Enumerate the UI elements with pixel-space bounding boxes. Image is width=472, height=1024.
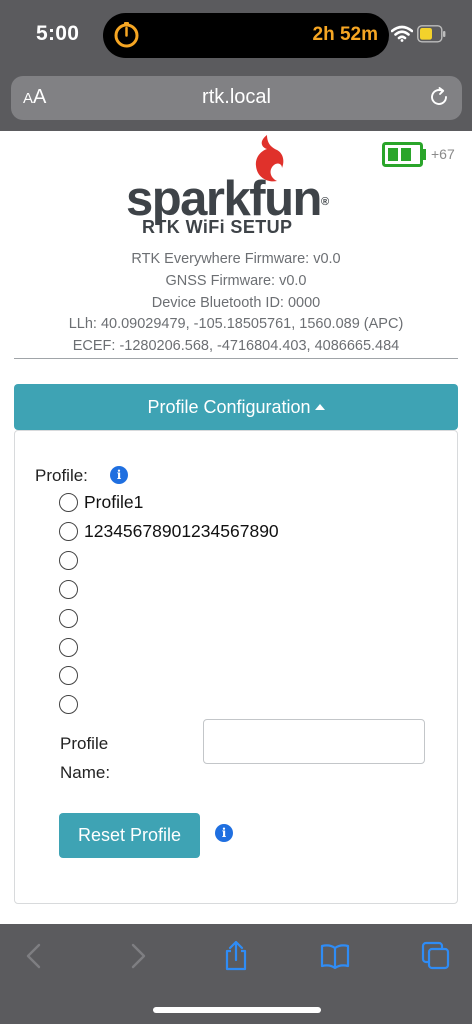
timer-remaining: 2h 52m xyxy=(312,24,378,45)
chevron-left-icon[interactable] xyxy=(20,941,50,971)
reset-profile-button[interactable]: Reset Profile xyxy=(59,813,200,858)
profile-configuration-toggle[interactable]: Profile Configuration xyxy=(14,384,458,430)
radio-button[interactable] xyxy=(59,695,78,715)
reload-icon[interactable] xyxy=(428,86,450,108)
browser-toolbar xyxy=(0,924,472,1024)
page-content: +67 sparkfun® RTK WiFi SETUP RTK Everywh… xyxy=(0,131,472,924)
profile-name-label: Profile Name: xyxy=(60,734,111,782)
home-indicator[interactable] xyxy=(153,1007,321,1013)
tabs-icon[interactable] xyxy=(421,941,451,971)
wifi-icon xyxy=(391,25,413,42)
profile-configuration-panel: Profile: i Profile1 12345678901234567890 … xyxy=(14,430,458,904)
firmware-version: RTK Everywhere Firmware: v0.0 xyxy=(131,251,341,267)
book-icon[interactable] xyxy=(320,941,350,971)
radio-button[interactable] xyxy=(59,608,78,628)
section-title: Profile Configuration xyxy=(147,397,311,417)
battery-icon xyxy=(417,25,446,43)
radio-button[interactable] xyxy=(59,521,78,541)
address-bar[interactable]: AA rtk.local xyxy=(11,76,462,120)
battery-percent: +67 xyxy=(431,146,455,162)
device-info: RTK Everywhere Firmware: v0.0 GNSS Firmw… xyxy=(14,249,458,358)
radio-button[interactable] xyxy=(59,637,78,657)
profile-option-label: Profile1 xyxy=(84,492,144,512)
profile-label: Profile: xyxy=(35,466,88,485)
reset-info-icon[interactable]: i xyxy=(215,824,233,842)
caret-up-icon xyxy=(314,403,325,410)
url-text: rtk.local xyxy=(202,86,271,108)
divider xyxy=(14,358,458,359)
bluetooth-id: Device Bluetooth ID: 0000 xyxy=(151,294,321,311)
dynamic-island[interactable]: 2h 52m xyxy=(103,13,389,58)
radio-button[interactable] xyxy=(59,666,78,686)
timer-ring-icon xyxy=(114,22,139,48)
radio-button[interactable] xyxy=(59,493,78,512)
chevron-right-icon[interactable] xyxy=(122,941,152,971)
logo-subtitle: RTK WiFi SETUP xyxy=(142,217,293,237)
status-time: 5:00 xyxy=(36,22,80,45)
sparkfun-logo: sparkfun® RTK WiFi SETUP xyxy=(126,133,348,237)
radio-button[interactable] xyxy=(59,579,78,599)
llh-position: LLh: 40.09029479, -105.18505761, 1560.08… xyxy=(68,316,404,333)
ecef-position: ECEF: -1280206.568, -4716804.403, 408666… xyxy=(72,338,400,355)
browser-top-chrome: 5:00 2h 52m AA rtk.local xyxy=(0,0,472,131)
radio-button[interactable] xyxy=(59,550,78,570)
share-icon[interactable] xyxy=(221,941,251,971)
profile-option-label: 12345678901234567890 xyxy=(84,520,279,541)
gnss-firmware-version: GNSS Firmware: v0.0 xyxy=(165,272,307,289)
profile-name-input[interactable] xyxy=(203,719,425,764)
device-battery-icon xyxy=(382,142,426,167)
profile-info-icon[interactable]: i xyxy=(110,466,128,484)
